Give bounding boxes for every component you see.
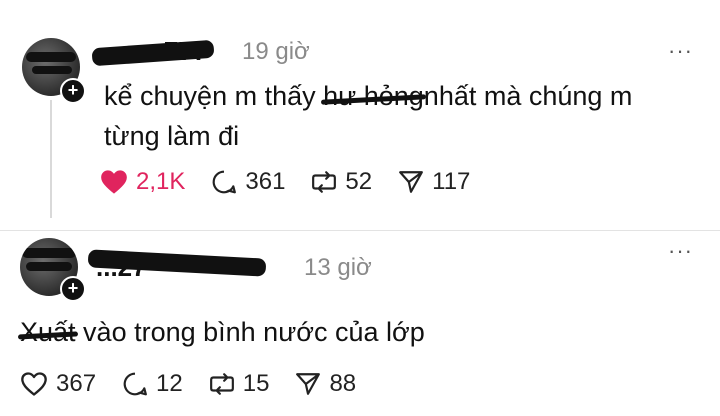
heart-filled-icon — [101, 170, 127, 194]
share-button[interactable]: 117 — [398, 168, 470, 196]
follow-plus-icon[interactable]: + — [60, 276, 86, 302]
repost-button[interactable]: 15 — [209, 370, 270, 398]
post-time: 13 giờ — [304, 254, 372, 281]
thread-post-1: + ...son777 19 giờ ··· kể chuyện m thấy … — [0, 0, 720, 230]
post-actions: 2,1K 361 52 117 — [100, 168, 496, 196]
share-send-icon — [296, 373, 321, 395]
repost-icon — [209, 373, 234, 395]
like-button[interactable]: 2,1K — [100, 168, 185, 196]
more-options-icon[interactable]: ··· — [668, 238, 693, 264]
post-text-line2: từng làm đi — [104, 121, 240, 151]
repost-icon — [312, 171, 337, 193]
post-time: 19 giờ — [242, 38, 310, 65]
post-text: kể chuyện m thấy hư hỏngnhất mà chúng m … — [104, 76, 694, 156]
comment-count: 361 — [245, 168, 286, 195]
post-text-struck: hư hỏng — [323, 81, 424, 111]
post-text-struck: Xuất — [20, 317, 76, 347]
like-count: 2,1K — [136, 168, 186, 195]
like-count: 367 — [56, 370, 97, 397]
share-button[interactable]: 88 — [295, 370, 356, 398]
more-options-icon[interactable]: ··· — [668, 38, 693, 64]
share-count: 117 — [432, 168, 471, 195]
heart-outline-icon — [21, 372, 47, 396]
comment-icon — [123, 372, 147, 396]
comment-icon — [213, 170, 237, 194]
share-send-icon — [399, 171, 424, 193]
post-actions: 367 12 15 88 — [20, 370, 382, 398]
post-text: Xuất vào trong bình nước của lớp — [20, 312, 700, 352]
like-button[interactable]: 367 — [20, 370, 96, 398]
thread-post-2: + ...27 13 giờ ··· Xuất vào trong bình n… — [0, 230, 720, 416]
comment-count: 12 — [156, 370, 183, 397]
comment-button[interactable]: 12 — [122, 370, 183, 398]
repost-count: 15 — [242, 370, 270, 397]
post-text-part: vào trong bình nước của lớp — [75, 317, 425, 347]
repost-button[interactable]: 52 — [311, 168, 372, 196]
share-count: 88 — [329, 370, 357, 397]
post-text-part: kể chuyện m thấy — [104, 81, 324, 111]
thread-line — [50, 100, 52, 218]
repost-count: 52 — [345, 168, 373, 195]
comment-button[interactable]: 361 — [211, 168, 285, 196]
follow-plus-icon[interactable]: + — [60, 78, 86, 104]
post-text-part: nhất mà chúng m — [423, 81, 633, 111]
